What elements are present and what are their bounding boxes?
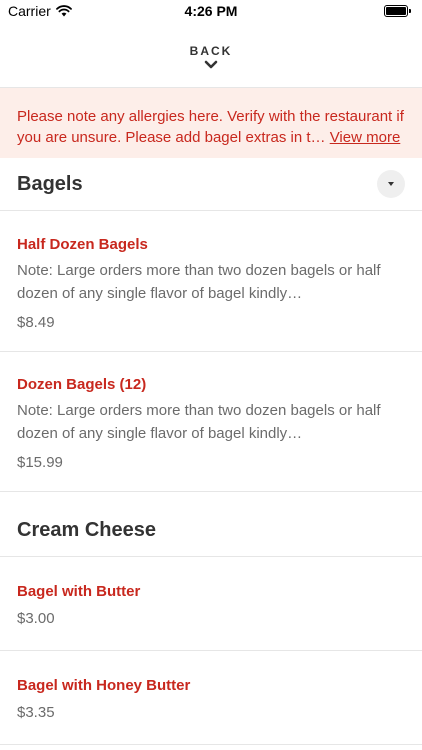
item-name: Dozen Bagels (12) [17,376,147,393]
status-bar: Carrier 4:26 PM [0,0,422,22]
item-name: Bagel with Butter [17,583,141,600]
section-header-cream-cheese[interactable]: Cream Cheese [0,492,422,557]
item-description: Note: Large orders more than two dozen b… [17,402,381,442]
item-price: $8.49 [17,314,55,331]
item-description: Note: Large orders more than two dozen b… [17,262,381,302]
section-header-bagels[interactable]: Bagels [0,158,422,211]
section-title: Bagels [17,172,83,195]
back-label: BACK [189,43,233,58]
carrier-label: Carrier [8,3,51,19]
item-name: Bagel with Honey Butter [17,677,191,694]
item-price: $15.99 [17,454,63,471]
chevron-down-icon [204,60,218,68]
battery-icon [384,5,411,17]
menu-item[interactable]: Half Dozen Bagels Note: Large orders mor… [0,211,422,352]
item-price: $3.00 [17,610,55,627]
menu-item[interactable]: Dozen Bagels (12) Note: Large orders mor… [0,352,422,492]
menu-item[interactable]: Bagel with Butter $3.00 [0,557,422,651]
status-left: Carrier [8,3,72,19]
item-name: Half Dozen Bagels [17,236,148,253]
allergy-notice: Please note any allergies here. Verify w… [0,88,422,158]
section-title: Cream Cheese [17,518,156,541]
view-more-link[interactable]: View more [330,129,401,146]
back-button[interactable]: BACK [0,22,422,88]
caret-down-icon[interactable] [377,170,405,198]
item-price: $3.35 [17,704,55,721]
menu-item[interactable]: Bagel with Honey Butter $3.35 [0,651,422,745]
wifi-icon [55,5,72,17]
